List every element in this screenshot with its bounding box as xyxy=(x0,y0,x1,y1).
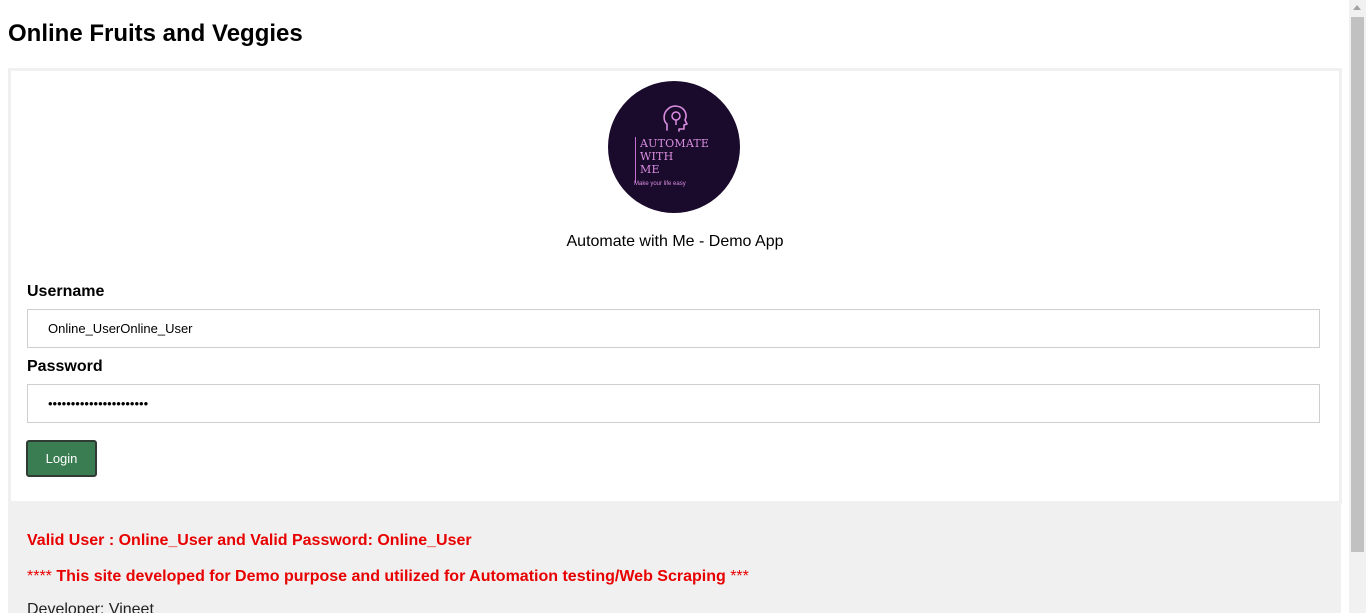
password-input[interactable] xyxy=(27,384,1320,423)
password-label: Password xyxy=(27,358,103,375)
scrollbar-thumb[interactable] xyxy=(1351,17,1364,552)
logo-divider xyxy=(635,137,636,183)
demo-disclaimer: **** This site developed for Demo purpos… xyxy=(27,568,749,586)
demo-note-text: This site developed for Demo purpose and… xyxy=(51,568,731,585)
logo-line-1: AUTOMATE xyxy=(640,137,710,150)
username-label: Username xyxy=(27,283,105,300)
developer-credit: Developer: Vineet xyxy=(27,601,154,613)
page: Online Fruits and Veggies AUTOMATE WITH … xyxy=(0,0,1349,613)
head-gear-icon xyxy=(663,105,688,132)
demo-stars-left: **** xyxy=(27,568,52,585)
scroll-up-arrow-icon[interactable] xyxy=(1353,5,1361,10)
login-card: AUTOMATE WITH ME Make your life easy Aut… xyxy=(8,68,1342,504)
page-title: Online Fruits and Veggies xyxy=(8,20,303,47)
automate-with-me-logo: AUTOMATE WITH ME Make your life easy xyxy=(608,81,740,213)
logo-wordmark: AUTOMATE WITH ME xyxy=(640,137,709,176)
logo-tagline: Make your life easy xyxy=(634,181,686,187)
app-caption: Automate with Me - Demo App xyxy=(566,233,784,250)
browser-viewport: Online Fruits and Veggies AUTOMATE WITH … xyxy=(0,0,1366,613)
valid-credentials-note: Valid User : Online_User and Valid Passw… xyxy=(27,532,472,549)
demo-stars-right: *** xyxy=(730,568,749,585)
footer: Valid User : Online_User and Valid Passw… xyxy=(8,501,1341,613)
logo-line-2: WITH xyxy=(640,150,674,163)
login-button[interactable]: Login xyxy=(26,440,97,477)
vertical-scrollbar[interactable] xyxy=(1349,0,1366,613)
username-input[interactable] xyxy=(27,309,1320,348)
logo-line-3: ME xyxy=(640,163,660,176)
